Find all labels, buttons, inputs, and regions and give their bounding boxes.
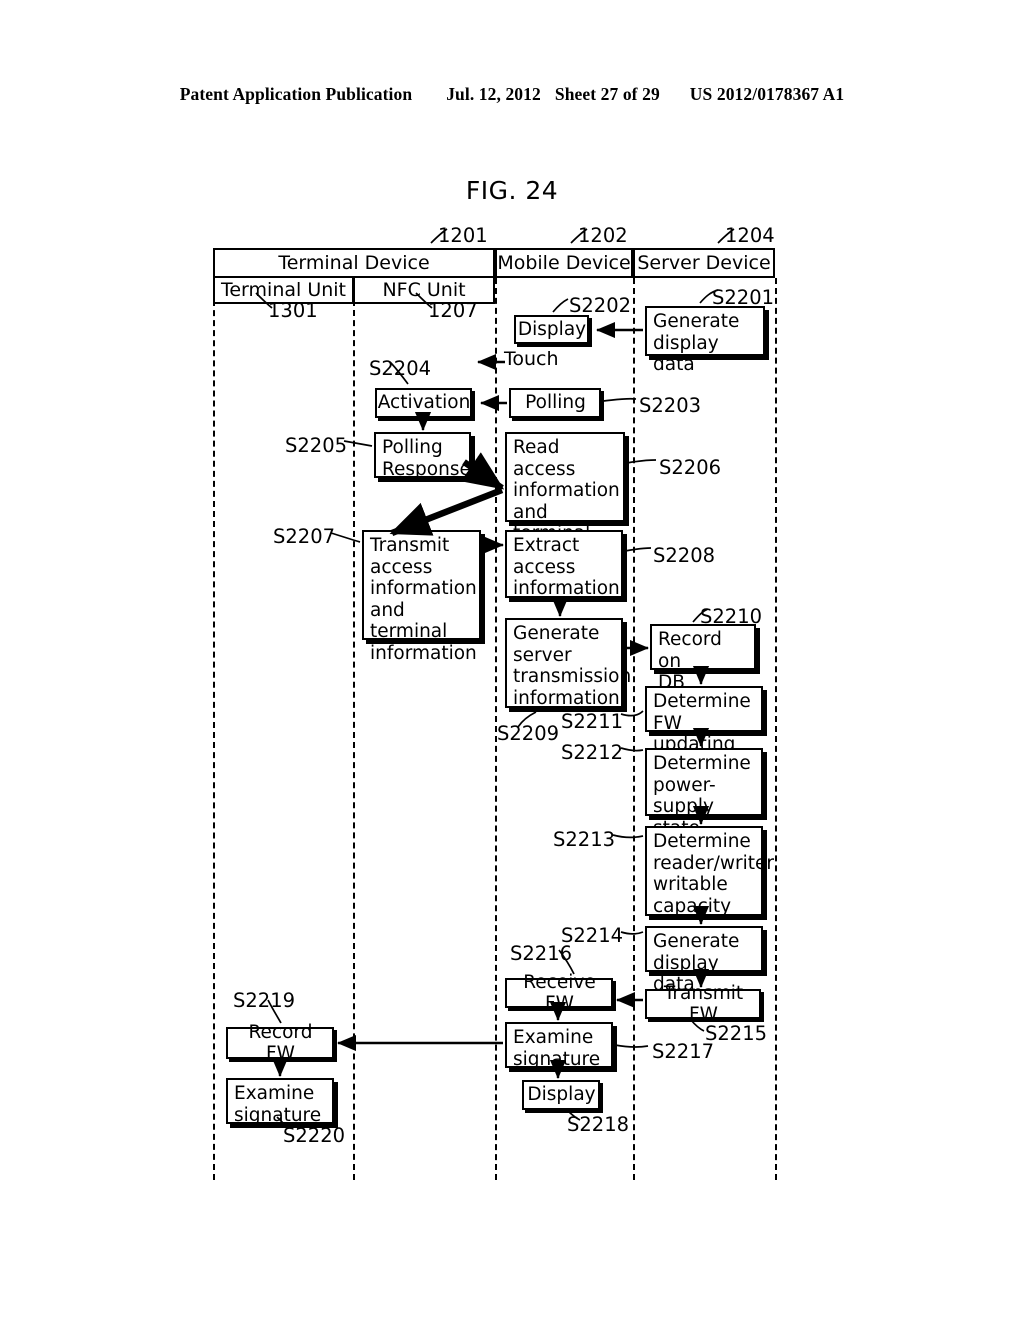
step-label-S2210: Record on DB — [658, 629, 722, 693]
lane-header-mobile-device: Mobile Device — [495, 248, 633, 278]
step-box-S2209[interactable]: Generate server transmission information — [505, 618, 631, 709]
step-label-S2215: Transmit FW — [663, 982, 744, 1026]
step-box-S2210[interactable]: Record on DB — [650, 624, 756, 693]
step-box-S2212[interactable]: Determine power-supply state — [645, 748, 763, 839]
step-label-S2216: Receive FW — [523, 971, 596, 1015]
step-box-S2208[interactable]: Extract access information — [505, 530, 623, 599]
lane-ref-1201: 1201 — [438, 224, 488, 247]
sequence-diagram: Terminal Device Mobile Device Server Dev… — [0, 0, 1024, 1320]
lane-ref-1301: 1301 — [268, 299, 318, 322]
step-label-S2208: Extract access information — [513, 535, 620, 599]
step-label-S2207: Transmit access information and terminal… — [370, 535, 477, 664]
lane-label-terminal-device: Terminal Device — [278, 252, 430, 274]
step-ref-S2204: S2204 — [369, 357, 432, 380]
step-label-S2203: Polling — [525, 392, 586, 414]
step-ref-S2211: S2211 — [561, 710, 624, 733]
step-label-S2213: Determine reader/writer writable capacit… — [653, 831, 774, 917]
step-box-S2205[interactable]: Polling Response — [374, 432, 471, 480]
lane-label-terminal-unit: Terminal Unit — [220, 279, 346, 301]
step-box-S2219[interactable]: Record FW — [226, 1022, 334, 1064]
step-label-S2217: Examine signature — [513, 1027, 601, 1070]
lane-header-terminal-device: Terminal Device — [213, 248, 495, 278]
step-ref-S2216: S2216 — [510, 942, 573, 965]
step-ref-S2213: S2213 — [553, 828, 616, 851]
step-label-S2211: Determine FW updating — [653, 691, 751, 755]
step-label-S2218: Display — [527, 1084, 596, 1106]
step-box-S2207[interactable]: Transmit access information and terminal… — [362, 530, 481, 664]
step-box-S2214[interactable]: Generate display data — [645, 926, 763, 995]
step-ref-S2203: S2203 — [639, 394, 702, 417]
lifeline-server-right — [775, 278, 777, 1180]
step-box-S2204[interactable]: Activation — [375, 388, 472, 418]
step-ref-S2210: S2210 — [700, 605, 763, 628]
lane-label-server-device: Server Device — [637, 252, 771, 274]
step-box-S2202[interactable]: Display — [514, 315, 589, 344]
step-box-S2203[interactable]: Polling — [509, 388, 601, 418]
step-box-S2211[interactable]: Determine FW updating — [645, 686, 763, 755]
step-ref-S2218: S2218 — [567, 1113, 630, 1136]
lane-label-nfc-unit: NFC Unit — [382, 279, 466, 301]
lane-header-server-device: Server Device — [633, 248, 775, 278]
step-ref-S2212: S2212 — [561, 741, 624, 764]
lane-label-mobile-device: Mobile Device — [497, 252, 631, 274]
step-label-S2219: Record FW — [248, 1021, 313, 1065]
step-label-S2204: Activation — [377, 392, 471, 414]
step-ref-S2220: S2220 — [283, 1124, 346, 1147]
step-ref-S2202: S2202 — [569, 294, 632, 317]
step-box-S2213[interactable]: Determine reader/writer writable capacit… — [645, 826, 774, 917]
lifeline-mobile-server-divider — [633, 278, 635, 1180]
step-ref-S2217: S2217 — [652, 1040, 715, 1063]
step-box-S2218[interactable]: Display — [522, 1080, 600, 1110]
lifeline-terminal-nfc-divider — [353, 300, 355, 1180]
step-ref-S2205: S2205 — [285, 434, 348, 457]
step-ref-S2207: S2207 — [273, 525, 336, 548]
step-box-S2216[interactable]: Receive FW — [505, 972, 613, 1014]
lane-ref-1207: 1207 — [428, 299, 478, 322]
lifeline-terminal-unit-left — [213, 290, 215, 1180]
step-label-S2205: Polling Response — [382, 437, 471, 480]
step-label-S2209: Generate server transmission information — [513, 623, 632, 709]
step-ref-S2201: S2201 — [712, 286, 775, 309]
step-box-S2217[interactable]: Examine signature — [505, 1022, 613, 1070]
step-ref-S2209: S2209 — [497, 722, 560, 745]
step-label-S2201: Generate display data — [653, 311, 740, 375]
step-ref-S2219: S2219 — [233, 989, 296, 1012]
step-ref-S2215: S2215 — [705, 1022, 768, 1045]
step-ref-S2206: S2206 — [659, 456, 722, 479]
step-box-S2215[interactable]: Transmit FW — [645, 983, 761, 1025]
lane-ref-1202: 1202 — [578, 224, 628, 247]
step-label-S2202: Display — [517, 318, 587, 340]
step-box-S2201[interactable]: Generate display data — [645, 306, 765, 375]
step-box-S2220[interactable]: Examine signature — [226, 1078, 334, 1126]
lane-ref-1204: 1204 — [725, 224, 775, 247]
step-ref-S2208: S2208 — [653, 544, 716, 567]
touch-annotation: Touch — [504, 348, 559, 370]
step-box-S2206[interactable]: Read access information and terminal Inf… — [505, 432, 625, 566]
step-label-S2220: Examine signature — [234, 1083, 322, 1126]
